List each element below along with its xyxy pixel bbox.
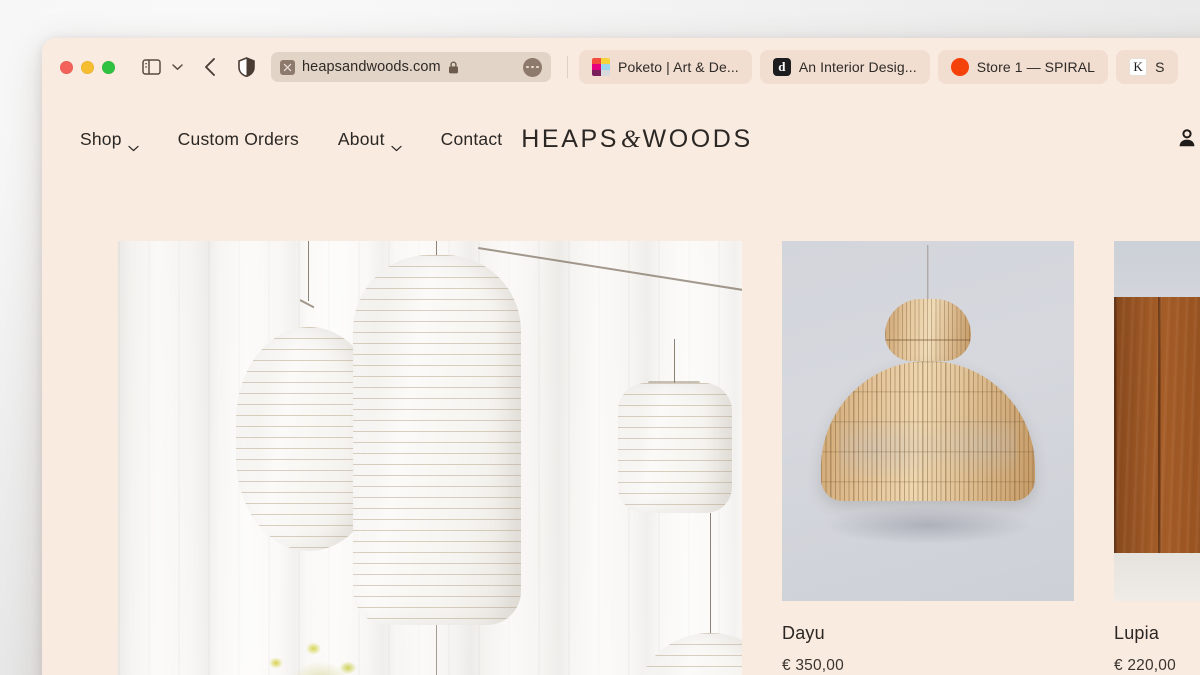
tab-title: Store 1 — SPIRAL	[976, 59, 1096, 75]
back-arrow-icon[interactable]	[197, 54, 223, 80]
tab-title: S	[1155, 59, 1165, 75]
tab-title: An Interior Desig...	[798, 59, 917, 75]
nav-label: About	[337, 128, 385, 149]
product-price: € 350,00	[782, 657, 844, 674]
site-navigation-bar: Shop Custom Orders About Contact HEAPS&W…	[42, 96, 1200, 182]
poketo-color-grid-icon	[592, 58, 610, 76]
browser-toolbar: heapsandwoods.com Poketo | Art & De... d…	[42, 38, 1200, 96]
lantern-cord	[308, 241, 309, 301]
browser-window: heapsandwoods.com Poketo | Art & De... d…	[42, 38, 1200, 675]
brand-wordmark: HEAPS&WOODS	[521, 125, 752, 154]
lantern-cord	[674, 339, 675, 385]
nav-label: Contact	[440, 128, 503, 149]
nav-item-custom-orders[interactable]: Custom Orders	[178, 129, 299, 150]
tab-interior-design[interactable]: d An Interior Desig...	[759, 50, 930, 84]
content-blocker-icon[interactable]	[280, 59, 295, 75]
brand-ampersand: &	[621, 125, 641, 153]
lantern-bottom-right	[634, 633, 742, 675]
chevron-down-icon	[391, 136, 402, 151]
brand-after: WOODS	[642, 124, 753, 153]
product-price: € 220,00	[1114, 657, 1176, 674]
minimize-window-button[interactable]	[81, 60, 94, 74]
floor	[1114, 553, 1200, 601]
nav-item-shop[interactable]: Shop	[80, 128, 139, 151]
lantern-right	[618, 383, 732, 513]
nav-label: Shop	[80, 128, 122, 149]
privacy-shield-icon[interactable]	[233, 54, 259, 80]
lamp-shadow	[823, 506, 1033, 544]
product-card-lupia[interactable]: Lupia € 220,00	[1114, 241, 1200, 675]
product-cards: Dayu € 350,00 Lupia € 220,00	[782, 241, 1200, 675]
letter-d-dark-icon: d	[772, 58, 791, 76]
account-person-icon[interactable]	[1176, 127, 1200, 151]
chevron-down-icon	[128, 136, 139, 151]
toolbar-divider	[567, 56, 568, 78]
web-page-content: Shop Custom Orders About Contact HEAPS&W…	[42, 96, 1200, 675]
dried-flowers	[246, 627, 396, 675]
lantern-center	[353, 255, 521, 625]
lantern-cord	[710, 513, 711, 635]
chevron-down-icon[interactable]	[166, 56, 188, 78]
tab-spiral-store[interactable]: Store 1 — SPIRAL	[937, 50, 1109, 84]
window-controls	[60, 60, 115, 74]
brand-before: HEAPS	[521, 124, 620, 153]
sidebar-icon[interactable]	[138, 56, 164, 78]
tab-title: Poketo | Art & De...	[618, 59, 739, 75]
product-image-dayu[interactable]	[782, 241, 1074, 601]
close-window-button[interactable]	[60, 60, 73, 74]
tab-bar: Poketo | Art & De... d An Interior Desig…	[579, 50, 1200, 84]
lantern-cord	[436, 625, 437, 675]
hero-image[interactable]	[118, 241, 742, 675]
url-text: heapsandwoods.com	[302, 59, 441, 75]
wall	[1114, 241, 1200, 297]
tab-k-site[interactable]: K S	[1116, 50, 1178, 84]
hero-product[interactable]	[118, 241, 742, 675]
product-card-dayu[interactable]: Dayu € 350,00	[782, 241, 1074, 675]
maximize-window-button[interactable]	[102, 60, 115, 74]
more-ellipsis-icon[interactable]	[523, 57, 542, 77]
nav-links: Shop Custom Orders About Contact	[80, 128, 503, 151]
wood-panel-wall	[1114, 297, 1200, 553]
lamp-knob	[885, 299, 971, 361]
address-bar[interactable]: heapsandwoods.com	[271, 52, 551, 82]
letter-k-serif-icon: K	[1129, 58, 1148, 76]
nav-item-contact[interactable]: Contact	[441, 129, 503, 150]
lock-icon	[448, 61, 459, 74]
orange-circle-icon	[950, 58, 969, 76]
product-image-lupia[interactable]	[1114, 241, 1200, 601]
lamp-cord	[927, 245, 929, 303]
nav-label: Custom Orders	[177, 128, 299, 149]
product-name: Dayu	[782, 623, 825, 643]
product-row: Dayu € 350,00 Lupia € 220,00	[118, 241, 1200, 675]
product-name: Lupia	[1114, 623, 1160, 643]
tab-poketo[interactable]: Poketo | Art & De...	[579, 50, 752, 84]
lamp-dome	[821, 361, 1035, 501]
nav-item-about[interactable]: About	[337, 128, 402, 151]
